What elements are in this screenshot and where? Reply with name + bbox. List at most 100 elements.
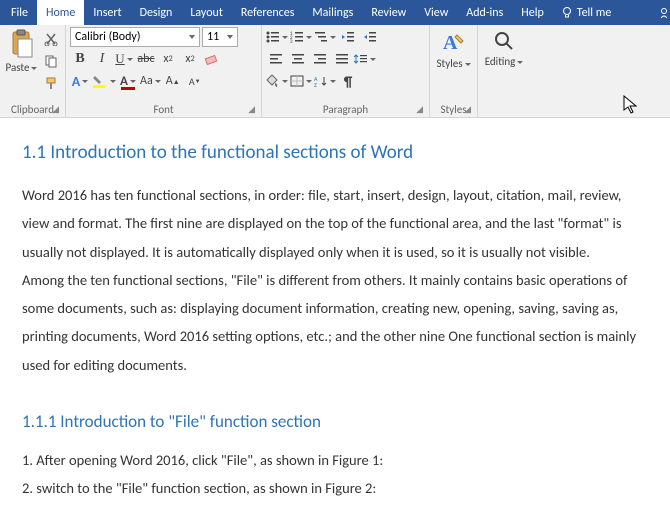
justify-button[interactable]	[332, 49, 352, 69]
group-paragraph: 123 AZ ¶ Paragraph◢	[262, 25, 430, 117]
group-paragraph-label: Paragraph◢	[266, 101, 425, 117]
menu-home[interactable]: Home	[37, 0, 84, 25]
align-right-button[interactable]	[310, 49, 330, 69]
tell-me-search[interactable]: Tell me	[553, 6, 620, 20]
menu-view[interactable]: View	[415, 0, 457, 25]
sort-button[interactable]: AZ	[314, 71, 336, 91]
document-body[interactable]: 1.1 Introduction to the functional secti…	[0, 118, 670, 519]
font-launcher-icon[interactable]: ◢	[248, 104, 255, 115]
group-clipboard-label: Clipboard◢	[4, 101, 61, 117]
highlight-button[interactable]	[92, 71, 116, 91]
cut-icon	[44, 32, 58, 46]
group-font-label: Font◢	[70, 101, 257, 117]
shrink-font-button[interactable]: A▼	[185, 71, 205, 91]
group-styles-label: Styles◢	[434, 101, 473, 117]
bullets-icon	[266, 31, 280, 43]
styles-launcher-icon[interactable]: ◢	[464, 104, 471, 115]
group-clipboard: Paste Clipboard◢	[0, 25, 66, 117]
svg-text:1: 1	[290, 31, 293, 37]
menu-layout[interactable]: Layout	[181, 0, 232, 25]
menu-references[interactable]: References	[232, 0, 304, 25]
align-right-icon	[313, 53, 327, 65]
paste-button[interactable]: Paste	[4, 27, 39, 93]
borders-button[interactable]	[290, 71, 312, 91]
underline-button[interactable]: U	[114, 49, 134, 69]
menu-insert[interactable]: Insert	[84, 0, 130, 25]
paste-label: Paste	[6, 61, 38, 74]
group-font: Calibri (Body) 11 B I U abc x2 x2 A A Aa…	[66, 25, 262, 117]
menu-help[interactable]: Help	[512, 0, 553, 25]
shading-icon	[266, 74, 280, 88]
numbering-button[interactable]: 123	[290, 27, 312, 47]
cut-button[interactable]	[41, 29, 61, 49]
heading-1-1-1: 1.1.1 Introduction to "File" function se…	[22, 405, 642, 438]
font-name-select[interactable]: Calibri (Body)	[70, 27, 200, 47]
align-center-button[interactable]	[288, 49, 308, 69]
svg-text:3: 3	[290, 39, 293, 43]
multilevel-list-button[interactable]	[314, 27, 336, 47]
heading-1-1: 1.1 Introduction to the functional secti…	[22, 134, 642, 171]
menu-file[interactable]: File	[2, 0, 37, 25]
bullets-button[interactable]	[266, 27, 288, 47]
bold-button[interactable]: B	[70, 49, 90, 69]
shading-button[interactable]	[266, 71, 288, 91]
align-center-icon	[291, 53, 305, 65]
font-size-select[interactable]: 11	[202, 27, 238, 47]
align-left-button[interactable]	[266, 49, 286, 69]
menubar: File Home Insert Design Layout Reference…	[0, 0, 670, 25]
paste-icon	[9, 29, 35, 59]
copy-button[interactable]	[41, 51, 61, 71]
decrease-indent-icon	[341, 31, 355, 43]
line-spacing-button[interactable]	[354, 49, 376, 69]
menu-addins[interactable]: Add-ins	[457, 0, 512, 25]
styles-icon: A	[441, 29, 467, 55]
multilevel-icon	[314, 31, 328, 43]
superscript-button[interactable]: x2	[180, 49, 200, 69]
group-styles: A Styles Styles◢	[430, 25, 478, 117]
decrease-indent-button[interactable]	[338, 27, 358, 47]
lightbulb-icon	[561, 6, 573, 20]
font-color-button[interactable]: A	[118, 71, 138, 91]
editing-label: Editing	[485, 55, 524, 68]
subscript-button[interactable]: x2	[158, 49, 178, 69]
group-editing: Editing	[478, 25, 530, 117]
align-left-icon	[269, 53, 283, 65]
styles-button[interactable]: A Styles	[434, 27, 473, 93]
show-hide-button[interactable]: ¶	[338, 71, 358, 91]
strikethrough-button[interactable]: abc	[136, 49, 156, 69]
increase-indent-icon	[363, 31, 377, 43]
justify-icon	[335, 53, 349, 65]
svg-text:Z: Z	[314, 81, 317, 87]
clear-formatting-button[interactable]	[202, 49, 222, 69]
styles-label: Styles	[436, 57, 470, 70]
group-editing-label	[482, 101, 526, 117]
text-effects-button[interactable]: A	[70, 71, 90, 91]
sort-icon: AZ	[314, 75, 328, 87]
eraser-icon	[204, 52, 220, 66]
highlight-icon	[92, 74, 108, 88]
format-painter-button[interactable]	[41, 73, 61, 93]
menu-design[interactable]: Design	[131, 0, 182, 25]
svg-text:A: A	[443, 32, 458, 54]
paragraph-text: 1. After opening Word 2016, click "File"…	[22, 446, 642, 474]
menu-review[interactable]: Review	[362, 0, 415, 25]
grow-font-button[interactable]: A▲	[163, 71, 183, 91]
paragraph-text: Among the ten functional sections, "File…	[22, 266, 642, 379]
editing-button[interactable]: Editing	[484, 27, 524, 93]
svg-text:2: 2	[290, 35, 293, 41]
change-case-button[interactable]: Aa	[140, 71, 161, 91]
numbering-icon: 123	[290, 31, 304, 43]
borders-icon	[290, 75, 304, 87]
copy-icon	[44, 54, 58, 68]
find-icon	[492, 29, 516, 53]
clipboard-launcher-icon[interactable]: ◢	[52, 104, 59, 115]
share-icon[interactable]	[658, 0, 670, 25]
italic-button[interactable]: I	[92, 49, 112, 69]
svg-text:A: A	[314, 75, 318, 83]
menu-mailings[interactable]: Mailings	[303, 0, 362, 25]
line-spacing-icon	[354, 53, 368, 65]
ribbon: Paste Clipboard◢ Calibri (Body) 11 B I U…	[0, 25, 670, 118]
format-painter-icon	[44, 76, 58, 90]
paragraph-launcher-icon[interactable]: ◢	[416, 104, 423, 115]
increase-indent-button[interactable]	[360, 27, 380, 47]
